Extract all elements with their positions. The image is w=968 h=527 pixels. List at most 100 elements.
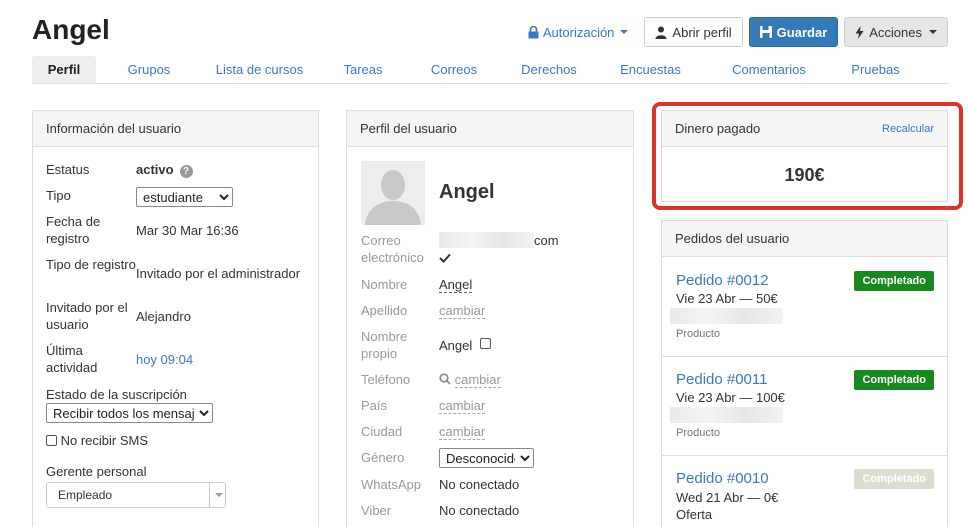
phone-label: Teléfono <box>361 372 411 387</box>
viber-value: No conectado <box>439 503 520 518</box>
save-button[interactable]: Guardar <box>748 17 839 47</box>
gender-label: Género <box>361 450 405 465</box>
user-info-title: Información del usuario <box>46 121 182 136</box>
country-change[interactable]: cambiar <box>439 398 486 414</box>
phone-change[interactable]: cambiar <box>454 372 501 388</box>
tab-comentarios[interactable]: Comentarios <box>702 56 836 83</box>
first-name-value[interactable]: Angel <box>439 276 473 293</box>
last-activity-link[interactable]: hoy 09:04 <box>136 352 193 367</box>
order-link[interactable]: Pedido #0012 <box>676 272 769 289</box>
orders-panel: Pedidos del usuario Pedido #0012 Complet… <box>661 220 948 527</box>
actions-label: Acciones <box>869 24 922 40</box>
authorization-dropdown[interactable]: Autorización <box>528 25 629 40</box>
no-sms-checkbox[interactable] <box>46 435 57 446</box>
manager-combobox[interactable]: Empleado <box>46 482 226 508</box>
own-name-checkbox[interactable] <box>479 338 491 349</box>
search-icon[interactable] <box>439 373 451 385</box>
order-line: Vie 23 Abr — 50€ <box>676 291 778 306</box>
actions-dropdown[interactable]: Acciones <box>844 17 948 47</box>
no-sms-label: No recibir SMS <box>60 433 149 448</box>
order-redacted <box>670 407 783 423</box>
order-line: Wed 21 Abr — 0€ <box>676 490 779 505</box>
user-info-header: Información del usuario <box>33 111 318 147</box>
order-note: Producto <box>676 427 721 439</box>
subscription-field: Recibir todos los mensajes <box>46 403 213 423</box>
money-paid-amount: 190€ <box>784 165 825 185</box>
reg-type-value: Invitado por el administrador <box>136 266 301 281</box>
tab-encuestas[interactable]: Encuestas <box>599 56 702 83</box>
avatar[interactable] <box>361 161 425 225</box>
last-name-label: Apellido <box>361 303 408 318</box>
caret-down-icon <box>929 30 937 34</box>
own-name-label: Nombre propio <box>361 329 408 361</box>
own-name-text: Angel <box>439 338 473 353</box>
open-profile-button[interactable]: Abrir perfil <box>644 17 743 47</box>
tab-lista-de-cursos[interactable]: Lista de cursos <box>202 56 317 83</box>
order-note: Producto <box>676 328 721 340</box>
whatsapp-label: WhatsApp <box>361 477 421 492</box>
profile-tabs: Perfil Grupos Lista de cursos Tareas Cor… <box>32 56 949 84</box>
status-value: activo? <box>136 161 193 178</box>
tab-grupos[interactable]: Grupos <box>96 56 202 83</box>
city-value[interactable]: cambiar <box>439 423 486 440</box>
order-link[interactable]: Pedido #0011 <box>676 371 767 388</box>
country-label: País <box>361 398 388 413</box>
city-change[interactable]: cambiar <box>439 424 486 440</box>
gender-select[interactable]: Desconocido <box>439 448 534 468</box>
reg-type-label: Tipo de registro <box>46 257 136 272</box>
floppy-icon <box>759 26 772 38</box>
tab-pruebas[interactable]: Pruebas <box>836 56 915 83</box>
no-sms-row: No recibir SMS <box>46 433 148 448</box>
order-item: Pedido #0012 Completado Vie 23 Abr — 50€… <box>662 258 947 357</box>
manager-value: Empleado <box>58 488 113 502</box>
last-name-value[interactable]: cambiar <box>439 302 486 319</box>
email-value: com <box>439 232 559 249</box>
tab-derechos[interactable]: Derechos <box>499 56 599 83</box>
top-toolbar: Autorización Abrir perfil Guardar Accion… <box>528 17 948 47</box>
order-link[interactable]: Pedido #0010 <box>676 470 769 487</box>
profile-panel: Perfil del usuario Angel Correo electrón… <box>346 110 634 527</box>
money-paid-title: Dinero pagado <box>675 121 761 136</box>
invited-by-value: Alejandro <box>136 309 191 324</box>
reg-date-value: Mar 30 Mar 16:36 <box>136 223 239 238</box>
type-select[interactable]: estudiante <box>136 187 233 207</box>
orders-title: Pedidos del usuario <box>675 231 790 246</box>
caret-down-icon[interactable] <box>209 483 225 507</box>
authorization-label: Autorización <box>542 24 615 40</box>
reg-date-label: Fecha de registro <box>46 214 101 246</box>
first-name-label: Nombre <box>361 277 408 292</box>
status-badge: Completado <box>854 370 934 390</box>
caret-down-icon <box>620 30 629 34</box>
first-name-text[interactable]: Angel <box>439 277 473 293</box>
subscription-select[interactable]: Recibir todos los mensajes <box>46 403 213 423</box>
own-name-value: Angel <box>439 337 491 354</box>
bolt-icon <box>855 25 864 39</box>
gender-value: Desconocido <box>439 448 534 468</box>
status-badge: Completado <box>854 469 934 489</box>
email-label: Correo electrónico <box>361 233 424 265</box>
manager-label: Gerente personal <box>46 464 147 479</box>
type-label: Tipo <box>46 188 71 203</box>
profile-header: Perfil del usuario <box>347 111 633 147</box>
viber-label: Viber <box>361 503 392 518</box>
status-badge: Completado <box>854 271 934 291</box>
order-item: Pedido #0010 Completado Wed 21 Abr — 0€ … <box>662 456 947 527</box>
help-icon[interactable]: ? <box>179 165 193 178</box>
user-icon <box>655 26 667 39</box>
status-text: activo <box>136 162 174 177</box>
recalculate-link[interactable]: Recalcular <box>882 123 934 135</box>
status-label: Estatus <box>46 162 90 177</box>
invited-by-label: Invitado por el usuario <box>46 300 128 332</box>
user-info-panel: Información del usuario Estatus activo? … <box>32 110 319 527</box>
order-redacted <box>670 308 783 324</box>
lock-icon <box>528 25 539 38</box>
page-title: Angel <box>32 14 110 45</box>
whatsapp-value: No conectado <box>439 477 520 492</box>
tab-tareas[interactable]: Tareas <box>317 56 409 83</box>
tab-correos[interactable]: Correos <box>409 56 499 83</box>
open-profile-label: Abrir perfil <box>672 24 732 40</box>
country-value[interactable]: cambiar <box>439 397 486 414</box>
phone-value[interactable]: cambiar <box>439 371 501 388</box>
last-name-change[interactable]: cambiar <box>439 303 486 319</box>
tab-perfil[interactable]: Perfil <box>32 56 96 83</box>
